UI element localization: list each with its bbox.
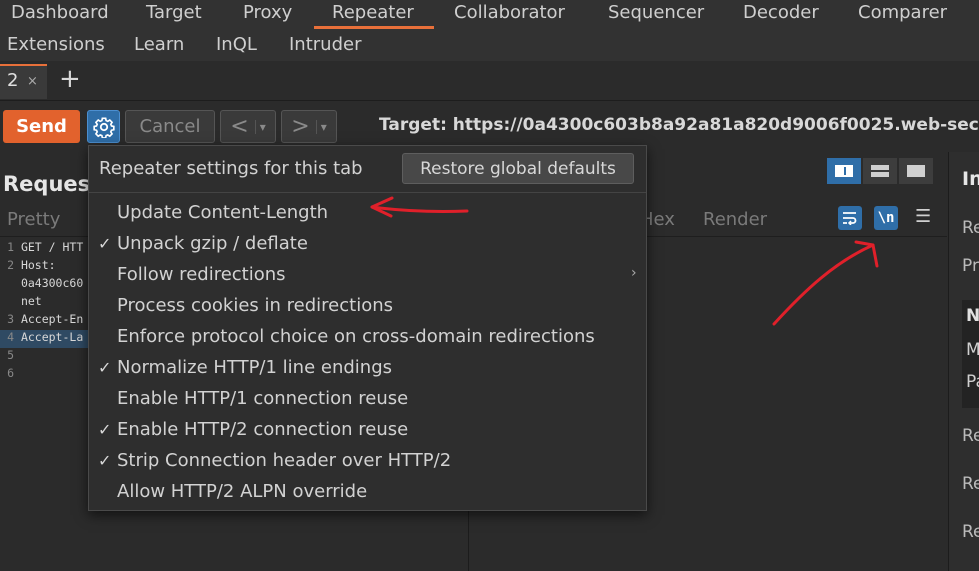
annotation-arrow	[772, 240, 879, 326]
annotation-arrow	[370, 196, 469, 218]
annotation-overlay	[370, 196, 879, 326]
